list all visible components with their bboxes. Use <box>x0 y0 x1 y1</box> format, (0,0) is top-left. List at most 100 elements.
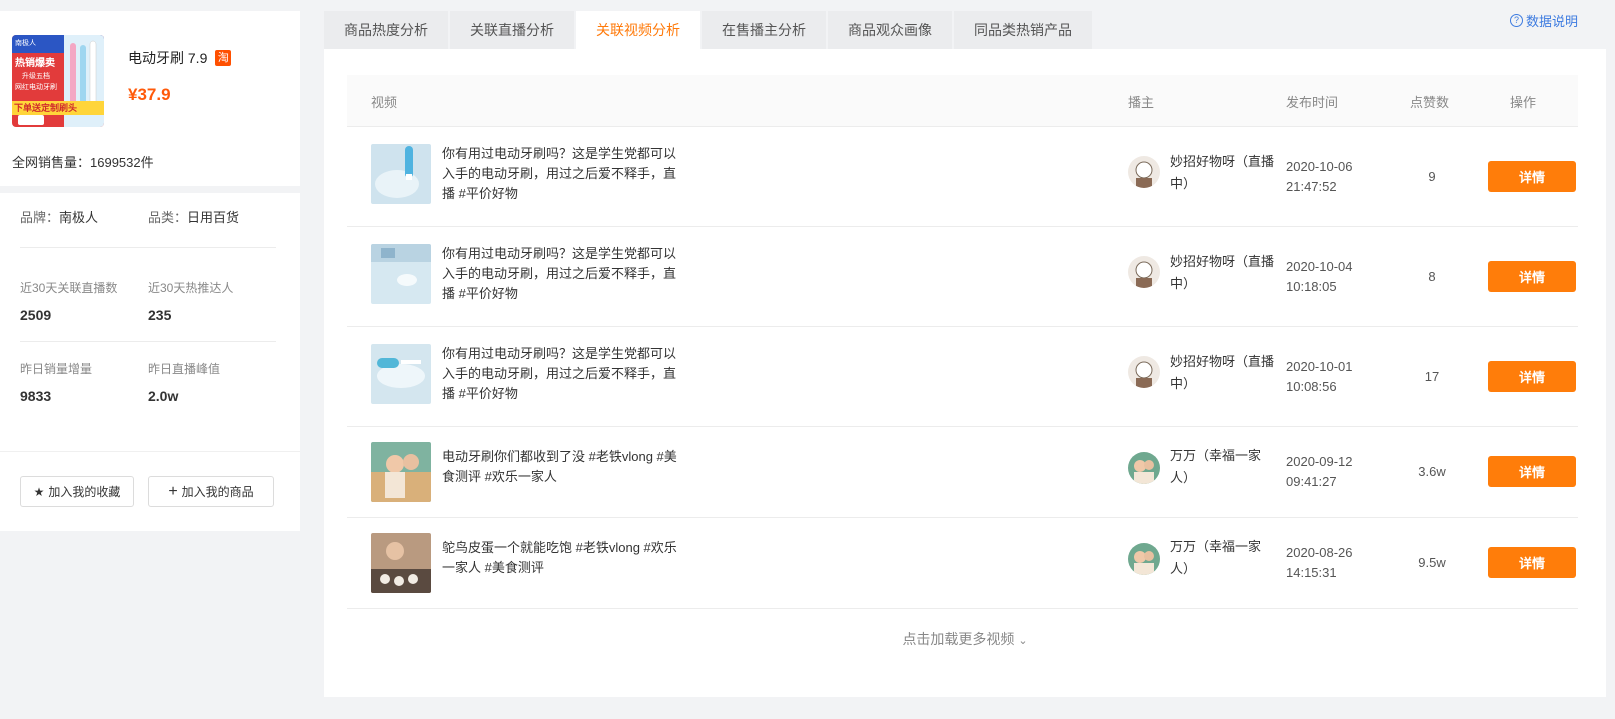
publish-date: 2020-08-26 <box>1286 545 1353 560</box>
taobao-badge-icon: 淘 <box>215 50 232 66</box>
video-thumbnail[interactable] <box>371 344 431 404</box>
stat-label-live-peak: 昨日直播峰值 <box>148 362 221 376</box>
image-promo-text: 下单送定制刷头 <box>14 102 77 113</box>
product-image[interactable]: 南极人 热销爆卖 升级五档 网红电动牙刷 下单送定制刷头 <box>12 35 104 127</box>
detail-button[interactable]: 详情 <box>1488 456 1576 487</box>
product-card: 南极人 热销爆卖 升级五档 网红电动牙刷 下单送定制刷头 电动牙刷 7.9 淘 … <box>0 11 300 186</box>
tab-audience-profile[interactable]: 商品观众画像 <box>828 11 952 49</box>
publish-time: 2020-09-12 09:41:27 <box>1286 452 1376 492</box>
stat-value-hot-creators: 235 <box>148 307 172 323</box>
data-help-link[interactable]: ? 数据说明 <box>1510 11 1578 30</box>
host-name[interactable]: 万万（幸福一家人） <box>1170 445 1275 489</box>
table-header: 视频 播主 发布时间 点赞数 操作 <box>347 75 1578 127</box>
publish-date: 2020-09-12 <box>1286 454 1353 469</box>
like-count: 17 <box>1424 369 1440 384</box>
table-row: 电动牙刷你们都收到了没 #老铁vlong #美食测评 #欢乐一家人 万万（幸福一… <box>347 427 1578 518</box>
brand-value: 南极人 <box>59 210 99 225</box>
video-title[interactable]: 电动牙刷你们都收到了没 #老铁vlong #美食测评 #欢乐一家人 <box>442 447 682 487</box>
video-thumbnail[interactable] <box>371 533 431 593</box>
plus-icon: + <box>168 482 178 500</box>
table-row: 你有用过电动牙刷吗？这是学生党都可以入手的电动牙刷，用过之后爱不释手，直播 #平… <box>347 127 1578 227</box>
publish-time: 2020-10-06 21:47:52 <box>1286 157 1376 197</box>
tab-live-analysis[interactable]: 关联直播分析 <box>450 11 574 49</box>
category-value: 日用百货 <box>187 210 240 225</box>
video-thumbnail[interactable] <box>371 244 431 304</box>
video-title[interactable]: 你有用过电动牙刷吗？这是学生党都可以入手的电动牙刷，用过之后爱不释手，直播 #平… <box>442 244 682 304</box>
host-avatar[interactable] <box>1128 356 1160 388</box>
publish-time: 2020-10-01 10:08:56 <box>1286 357 1376 397</box>
publish-date: 2020-10-01 <box>1286 359 1353 374</box>
host-name[interactable]: 妙招好物呀（直播中） <box>1170 151 1275 195</box>
stat-label-live-count: 近30天关联直播数 <box>20 281 118 295</box>
video-analysis-panel: 视频 播主 发布时间 点赞数 操作 你有用过电动牙刷吗？这是学生党都可以入手的电… <box>324 49 1606 697</box>
video-thumbnail[interactable] <box>371 442 431 502</box>
divider <box>20 247 276 248</box>
column-header-likes: 点赞数 <box>1410 95 1450 110</box>
brand-label: 品牌： <box>20 210 60 225</box>
publish-clock: 10:08:56 <box>1286 379 1337 394</box>
video-title[interactable]: 你有用过电动牙刷吗？这是学生党都可以入手的电动牙刷，用过之后爱不释手，直播 #平… <box>442 144 682 204</box>
total-sales: 全网销售量：1699532件 <box>12 155 154 170</box>
publish-time: 2020-08-26 14:15:31 <box>1286 543 1376 583</box>
star-icon: ★ <box>33 484 45 499</box>
analysis-tabs: 商品热度分析 关联直播分析 关联视频分析 在售播主分析 商品观众画像 同品类热销… <box>324 11 1092 49</box>
publish-time: 2020-10-04 10:18:05 <box>1286 257 1376 297</box>
product-name[interactable]: 电动牙刷 7.9 <box>128 48 207 68</box>
product-name-row: 电动牙刷 7.9 淘 <box>128 48 232 68</box>
category-label: 品类： <box>148 210 188 225</box>
chevron-down-icon: ⌄ <box>1018 635 1028 647</box>
tab-video-analysis[interactable]: 关联视频分析 <box>576 11 700 49</box>
like-count: 8 <box>1428 269 1436 284</box>
tab-similar-products[interactable]: 同品类热销产品 <box>954 11 1092 49</box>
host-avatar[interactable] <box>1128 452 1160 484</box>
stat-value-live-count: 2509 <box>20 307 52 323</box>
stat-value-live-peak: 2.0w <box>148 388 179 404</box>
add-to-my-products-button[interactable]: + 加入我的商品 <box>148 476 274 507</box>
tab-heat-analysis[interactable]: 商品热度分析 <box>324 11 448 49</box>
video-thumbnail[interactable] <box>371 144 431 204</box>
column-header-publish-time: 发布时间 <box>1286 95 1339 110</box>
publish-date: 2020-10-06 <box>1286 159 1353 174</box>
detail-button[interactable]: 详情 <box>1488 547 1576 578</box>
host-avatar[interactable] <box>1128 256 1160 288</box>
video-table: 视频 播主 发布时间 点赞数 操作 你有用过电动牙刷吗？这是学生党都可以入手的电… <box>347 75 1578 609</box>
host-avatar[interactable] <box>1128 156 1160 188</box>
stat-label-hot-creators: 近30天热推达人 <box>148 281 234 295</box>
category-info: 品类：日用百货 <box>148 207 239 226</box>
detail-button[interactable]: 详情 <box>1488 361 1576 392</box>
host-name[interactable]: 万万（幸福一家人） <box>1170 536 1275 580</box>
product-actions: ★ 加入我的收藏 + 加入我的商品 <box>0 451 300 531</box>
column-header-action: 操作 <box>1510 95 1537 110</box>
detail-button[interactable]: 详情 <box>1488 161 1576 192</box>
add-to-favorites-button[interactable]: ★ 加入我的收藏 <box>20 476 134 507</box>
stat-value-sales-increase: 9833 <box>20 388 52 404</box>
table-body: 你有用过电动牙刷吗？这是学生党都可以入手的电动牙刷，用过之后爱不释手，直播 #平… <box>347 127 1578 609</box>
image-brand-text: 南极人 <box>15 38 36 47</box>
like-count: 3.6w <box>1418 464 1446 479</box>
detail-button[interactable]: 详情 <box>1488 261 1576 292</box>
divider <box>20 341 276 342</box>
tab-seller-analysis[interactable]: 在售播主分析 <box>702 11 826 49</box>
host-avatar[interactable] <box>1128 543 1160 575</box>
table-row: 你有用过电动牙刷吗？这是学生党都可以入手的电动牙刷，用过之后爱不释手，直播 #平… <box>347 227 1578 327</box>
load-more-label: 点击加载更多视频 <box>902 631 1015 647</box>
data-help-label: 数据说明 <box>1526 14 1579 29</box>
image-feature-text: 升级五档 <box>22 71 50 80</box>
video-title[interactable]: 你有用过电动牙刷吗？这是学生党都可以入手的电动牙刷，用过之后爱不释手，直播 #平… <box>442 344 682 404</box>
host-name[interactable]: 妙招好物呀（直播中） <box>1170 251 1275 295</box>
brand-info: 品牌：南极人 <box>20 207 98 226</box>
column-header-host: 播主 <box>1128 95 1155 110</box>
publish-clock: 14:15:31 <box>1286 565 1337 580</box>
add-to-favorites-label: 加入我的收藏 <box>48 485 121 499</box>
publish-clock: 09:41:27 <box>1286 474 1337 489</box>
load-more-videos-button[interactable]: 点击加载更多视频 ⌄ <box>324 629 1606 649</box>
column-header-video: 视频 <box>371 95 398 110</box>
like-count: 9 <box>1428 169 1436 184</box>
table-row: 你有用过电动牙刷吗？这是学生党都可以入手的电动牙刷，用过之后爱不释手，直播 #平… <box>347 327 1578 427</box>
host-name[interactable]: 妙招好物呀（直播中） <box>1170 351 1275 395</box>
video-title[interactable]: 鸵鸟皮蛋一个就能吃饱 #老铁vlong #欢乐一家人 #美食测评 <box>442 538 682 578</box>
like-count: 9.5w <box>1418 555 1446 570</box>
publish-clock: 21:47:52 <box>1286 179 1337 194</box>
image-subtitle-text: 网红电动牙刷 <box>15 82 57 91</box>
stat-label-sales-increase: 昨日销量增量 <box>20 362 93 376</box>
